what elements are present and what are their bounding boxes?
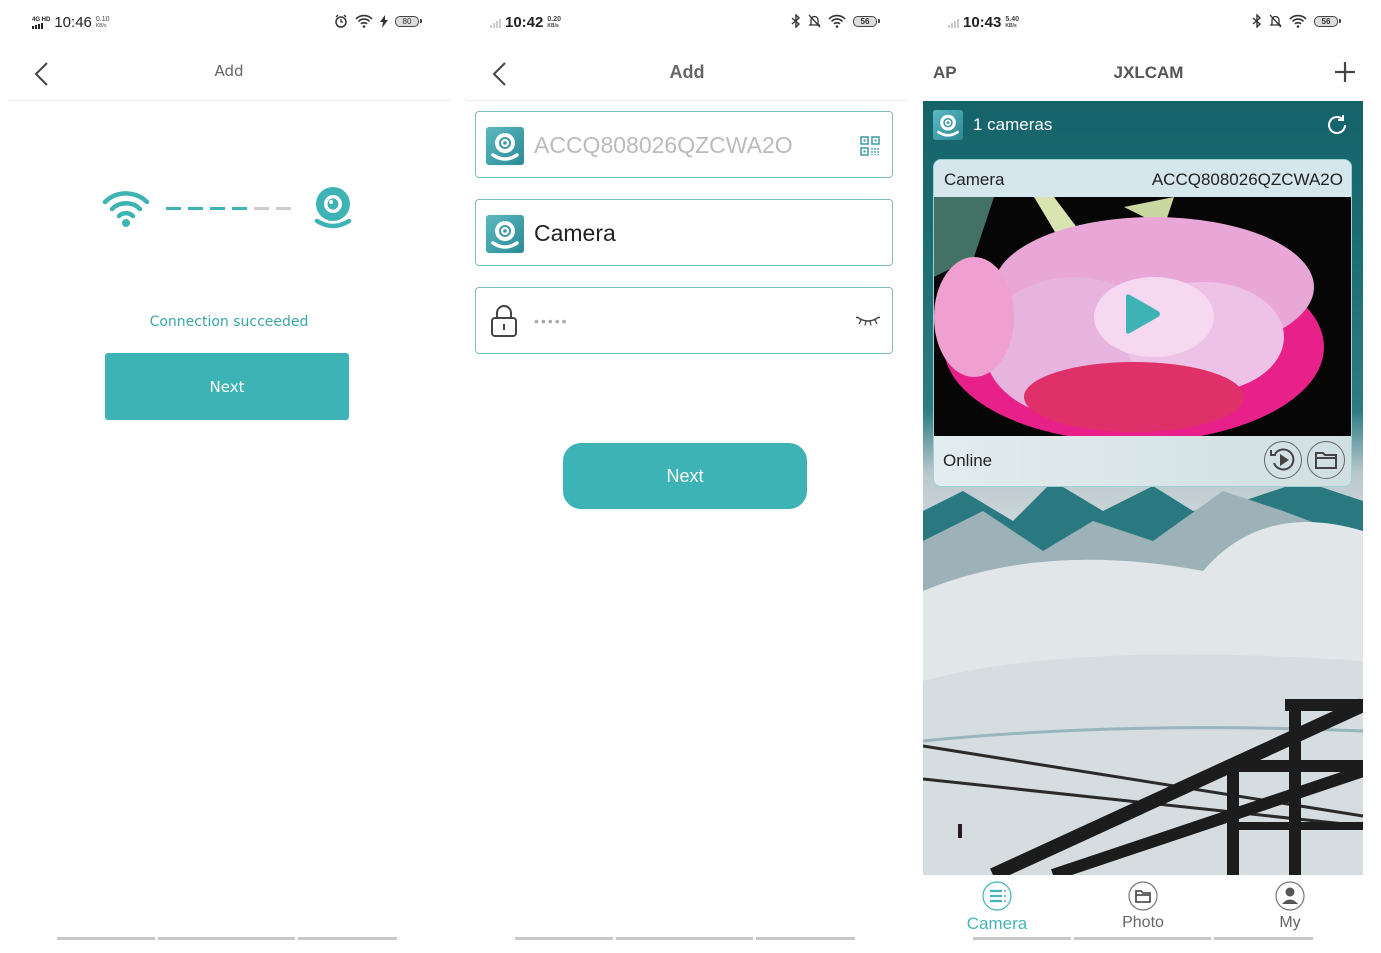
tab-label: Camera: [966, 914, 1028, 933]
clock: 10:46: [54, 14, 92, 31]
bluetooth-icon: [1252, 14, 1262, 28]
qr-code-icon[interactable]: [860, 136, 880, 156]
charging-icon: [380, 14, 388, 28]
status-bar: 10:42 0.20 KB/s 56: [458, 14, 916, 40]
next-button[interactable]: Next: [105, 353, 349, 420]
lock-icon: [491, 305, 517, 337]
camera-card-footer: Online: [934, 436, 1351, 486]
tab-label: Photo: [1122, 914, 1164, 931]
play-icon[interactable]: [1122, 293, 1162, 335]
home-indicator: [515, 937, 855, 940]
progress-segment: [166, 207, 181, 210]
clock: 10:43: [963, 14, 1002, 31]
eye-closed-icon[interactable]: [856, 314, 880, 328]
password-input[interactable]: •••••: [534, 288, 569, 354]
folder-icon: [1315, 452, 1337, 469]
refresh-icon[interactable]: [1325, 113, 1349, 137]
tab-label: My: [1279, 914, 1301, 931]
next-button[interactable]: Next: [563, 443, 807, 509]
cellular-signal-icon: [948, 18, 959, 28]
screen-connection-success: 4G HD 10:46 0.10 KB/s 80 Add Connection s…: [0, 0, 458, 953]
camera-preview[interactable]: [934, 197, 1351, 436]
battery-icon: 56: [1314, 15, 1341, 27]
camera-id: ACCQ808026QZCWA2O: [1151, 170, 1343, 189]
playback-button[interactable]: [1264, 441, 1302, 479]
device-id-field[interactable]: ACCQ808026QZCWA2O: [475, 111, 893, 178]
device-id-input[interactable]: ACCQ808026QZCWA2O: [534, 112, 793, 178]
connection-progress: [166, 207, 291, 210]
bell-muted-icon: [1269, 14, 1282, 28]
password-field[interactable]: •••••: [475, 287, 893, 354]
screen-camera-list: 10:43 5.40 KB/s 56 AP JXLCAM 1 cameras C…: [916, 0, 1381, 953]
wifi-icon: [1289, 14, 1307, 28]
screen-add-device: 10:42 0.20KB/s 56 Add ACCQ808026QZCWA2O: [458, 0, 916, 953]
alarm-icon: [335, 14, 347, 28]
home-indicator: [973, 937, 1313, 940]
status-bar: 10:43 5.40 KB/s 56: [916, 14, 1381, 40]
tab-my[interactable]: My: [1230, 881, 1350, 932]
camera-name: Camera: [944, 170, 1005, 189]
tab-camera[interactable]: Camera: [937, 881, 1057, 934]
nav-bar: Add: [8, 50, 450, 101]
list-icon: [982, 881, 1012, 911]
camera-card-header: Camera ACCQ808026QZCWA2O: [934, 160, 1351, 197]
status-bar: 4G HD 10:46 0.10 KB/s 80: [0, 14, 458, 40]
wifi-icon: [828, 14, 846, 28]
camera-icon: [314, 187, 352, 229]
camera-list-area: 1 cameras Camera ACCQ808026QZCWA2O Onlin…: [923, 101, 1363, 875]
files-button[interactable]: [1307, 441, 1345, 479]
folder-icon: [1128, 881, 1158, 911]
battery-icon: 80: [395, 15, 422, 27]
wifi-icon: [102, 191, 150, 227]
page-title: Add: [214, 62, 244, 80]
background-scenery: [923, 481, 1363, 875]
camera-count: 1 cameras: [973, 115, 1053, 134]
plus-icon[interactable]: [1333, 60, 1357, 84]
page-title: Add: [669, 62, 705, 82]
wifi-icon: [355, 14, 373, 28]
progress-segment: [276, 207, 291, 210]
progress-segment: [210, 207, 225, 210]
progress-segment: [188, 207, 203, 210]
clock: 10:42: [505, 14, 544, 31]
home-indicator: [57, 937, 397, 940]
device-name-input[interactable]: Camera: [534, 200, 616, 266]
progress-segment: [232, 207, 247, 210]
camera-card[interactable]: Camera ACCQ808026QZCWA2O Online: [933, 159, 1352, 487]
camera-list-header: 1 cameras: [923, 101, 1363, 151]
camera-status: Online: [943, 451, 993, 470]
progress-segment: [254, 207, 269, 210]
tab-photo[interactable]: Photo: [1083, 881, 1203, 932]
bottom-tab-bar: Camera Photo My: [916, 875, 1381, 953]
bell-muted-icon: [808, 14, 821, 28]
camera-app-icon: [486, 127, 524, 165]
connection-status-text: Connection succeeded: [149, 314, 309, 330]
cellular-signal-icon: [490, 18, 501, 28]
battery-icon: 56: [853, 15, 880, 27]
nav-bar: Add: [466, 50, 908, 101]
camera-app-icon: [486, 215, 524, 253]
cellular-signal-icon: 4G HD: [32, 17, 50, 29]
device-name-field[interactable]: Camera: [475, 199, 893, 266]
replay-icon: [1270, 448, 1295, 471]
camera-app-icon: [933, 110, 963, 140]
network-speed: 0.20 KB/s: [547, 15, 561, 29]
bluetooth-icon: [791, 14, 801, 28]
network-speed: 5.40 KB/s: [1005, 15, 1019, 29]
network-speed: 0.10 KB/s: [95, 15, 110, 29]
user-icon: [1275, 881, 1305, 911]
app-title: JXLCAM: [1113, 63, 1184, 82]
